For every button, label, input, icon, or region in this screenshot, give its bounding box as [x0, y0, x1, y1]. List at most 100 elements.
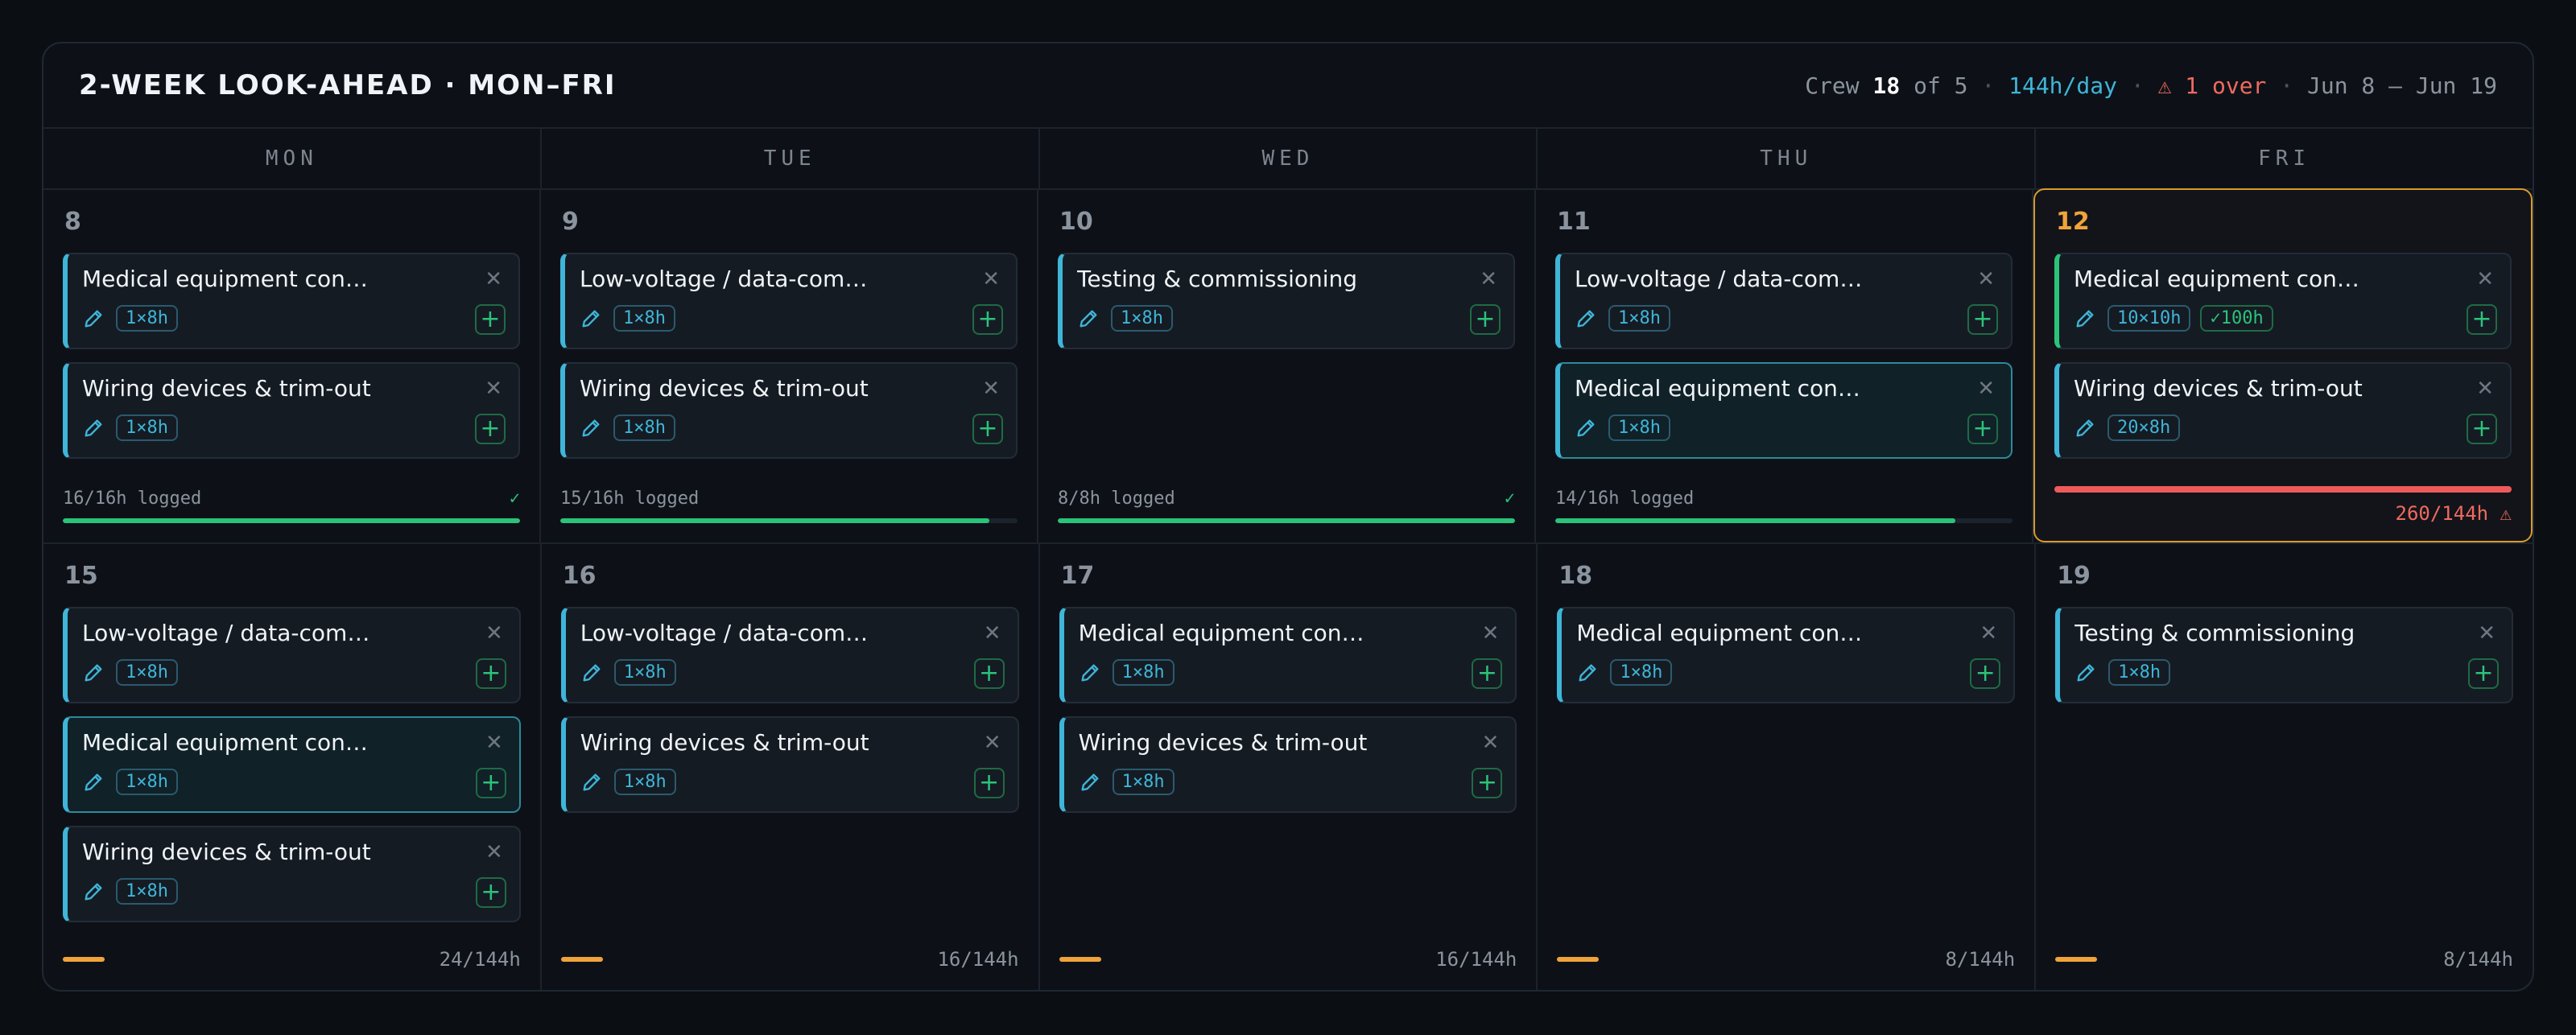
pencil-icon[interactable]	[1077, 307, 1100, 330]
day-cell[interactable]: 16 Low-voltage / data-com… ✕ 1×8h + Wiring de…	[542, 544, 1040, 990]
close-icon[interactable]: ✕	[984, 621, 1001, 645]
plus-icon[interactable]: +	[2467, 414, 2497, 444]
task-meta: 1×8h	[1575, 305, 1996, 332]
day-cell[interactable]: 18 Medical equipment con… ✕ 1×8h +8/144h	[1538, 544, 2037, 990]
day-cell[interactable]: 11 Low-voltage / data-com… ✕ 1×8h + Medical e…	[1536, 190, 2033, 542]
close-icon[interactable]: ✕	[2478, 621, 2496, 645]
day-cell[interactable]: 8 Medical equipment con… ✕ 1×8h + Wiring devi…	[43, 190, 541, 542]
day-cell[interactable]: 9 Low-voltage / data-com… ✕ 1×8h + Wiring dev…	[541, 190, 1038, 542]
plus-icon[interactable]: +	[1967, 414, 1998, 444]
day-cell[interactable]: 17 Medical equipment con… ✕ 1×8h + Wiring dev…	[1040, 544, 1538, 990]
task-card[interactable]: Wiring devices & trim-out ✕ 1×8h +	[560, 362, 1018, 459]
plus-icon[interactable]: +	[1472, 768, 1503, 798]
close-icon[interactable]: ✕	[485, 377, 502, 401]
pencil-icon[interactable]	[2074, 662, 2097, 684]
pencil-icon[interactable]	[1576, 662, 1599, 684]
pencil-icon[interactable]	[82, 417, 105, 439]
day-cell[interactable]: 15 Low-voltage / data-com… ✕ 1×8h + Medical e…	[43, 544, 542, 990]
task-name: Wiring devices & trim-out	[2074, 375, 2363, 402]
task-card[interactable]: Low-voltage / data-com… ✕ 1×8h +	[1555, 253, 2013, 349]
plus-icon[interactable]: +	[1970, 658, 2001, 689]
capacity-indicator	[560, 957, 603, 962]
task-card[interactable]: Testing & commissioning ✕ 1×8h +	[1058, 253, 1515, 349]
close-icon[interactable]: ✕	[485, 731, 503, 755]
logged-progress-bar	[63, 518, 520, 523]
pencil-icon[interactable]	[82, 880, 105, 903]
week-row-2: 15 Low-voltage / data-com… ✕ 1×8h + Medical e…	[43, 544, 2533, 990]
task-card[interactable]: Medical equipment con… ✕ 1×8h +	[63, 716, 521, 813]
plus-icon[interactable]: +	[1967, 304, 1998, 335]
pencil-icon[interactable]	[1575, 417, 1597, 439]
close-icon[interactable]: ✕	[485, 840, 503, 864]
pencil-icon[interactable]	[1575, 307, 1597, 330]
task-card[interactable]: Wiring devices & trim-out ✕ 1×8h +	[63, 826, 521, 922]
close-icon[interactable]: ✕	[982, 377, 1000, 401]
close-icon[interactable]: ✕	[485, 621, 503, 645]
pencil-icon[interactable]	[2074, 417, 2096, 439]
plus-icon[interactable]: +	[1470, 304, 1501, 335]
day-cell[interactable]: 12 Medical equipment con… ✕ 10×10h ✓100h + Wir…	[2033, 188, 2533, 542]
pencil-icon[interactable]	[2074, 307, 2096, 330]
task-card[interactable]: Medical equipment con… ✕ 10×10h ✓100h +	[2054, 253, 2512, 349]
task-meta: 1×8h	[82, 305, 504, 332]
task-name: Medical equipment con…	[1576, 620, 1863, 646]
task-meta: 20×8h	[2074, 414, 2496, 441]
plus-icon[interactable]: +	[475, 658, 506, 689]
pencil-icon[interactable]	[82, 771, 105, 794]
close-icon[interactable]: ✕	[1480, 267, 1497, 291]
task-name: Low-voltage / data-com…	[82, 620, 370, 646]
task-card[interactable]: Testing & commissioning ✕ 1×8h +	[2055, 607, 2513, 703]
plus-icon[interactable]: +	[1472, 658, 1503, 689]
logged-progress-fill	[560, 518, 989, 523]
pencil-icon[interactable]	[82, 307, 105, 330]
plus-icon[interactable]: +	[475, 877, 506, 908]
crew-hours-badge: 10×10h	[2107, 305, 2191, 332]
task-card[interactable]: Wiring devices & trim-out ✕ 20×8h +	[2054, 362, 2512, 459]
task-card[interactable]: Wiring devices & trim-out ✕ 1×8h +	[63, 362, 520, 459]
close-icon[interactable]: ✕	[1977, 267, 1995, 291]
close-icon[interactable]: ✕	[2476, 377, 2494, 401]
plus-icon[interactable]: +	[973, 768, 1005, 798]
task-card[interactable]: Wiring devices & trim-out ✕ 1×8h +	[1059, 716, 1517, 813]
plus-icon[interactable]: +	[973, 658, 1005, 689]
pencil-icon[interactable]	[1079, 771, 1101, 794]
close-icon[interactable]: ✕	[1979, 621, 1997, 645]
close-icon[interactable]: ✕	[485, 267, 502, 291]
day-cell[interactable]: 19 Testing & commissioning ✕ 1×8h +8/144h	[2036, 544, 2533, 990]
task-card[interactable]: Low-voltage / data-com… ✕ 1×8h +	[63, 607, 521, 703]
close-icon[interactable]: ✕	[1482, 731, 1500, 755]
pencil-icon[interactable]	[82, 662, 105, 684]
pencil-icon[interactable]	[580, 662, 603, 684]
task-card[interactable]: Medical equipment con… ✕ 1×8h +	[1555, 362, 2013, 459]
plus-icon[interactable]: +	[972, 304, 1003, 335]
plus-icon[interactable]: +	[972, 414, 1003, 444]
task-name: Low-voltage / data-com…	[580, 620, 869, 646]
close-icon[interactable]: ✕	[982, 267, 1000, 291]
task-card[interactable]: Low-voltage / data-com… ✕ 1×8h +	[560, 253, 1018, 349]
pencil-icon[interactable]	[580, 307, 602, 330]
pencil-icon[interactable]	[580, 417, 602, 439]
task-card[interactable]: Medical equipment con… ✕ 1×8h +	[63, 253, 520, 349]
task-card[interactable]: Wiring devices & trim-out ✕ 1×8h +	[560, 716, 1019, 813]
crew-hours-badge: 1×8h	[1610, 659, 1673, 686]
task-card[interactable]: Medical equipment con… ✕ 1×8h +	[1557, 607, 2016, 703]
day-cell[interactable]: 10 Testing & commissioning ✕ 1×8h +8/8h logg…	[1038, 190, 1536, 542]
pencil-icon[interactable]	[580, 771, 603, 794]
close-icon[interactable]: ✕	[1977, 377, 1995, 401]
close-icon[interactable]: ✕	[1482, 621, 1500, 645]
weekday-mon: MON	[43, 129, 542, 188]
pencil-icon[interactable]	[1079, 662, 1101, 684]
plus-icon[interactable]: +	[475, 304, 506, 335]
crew-hours-badge: 1×8h	[613, 659, 676, 686]
close-icon[interactable]: ✕	[984, 731, 1001, 755]
plus-icon[interactable]: +	[2467, 304, 2497, 335]
plus-icon[interactable]: +	[475, 414, 506, 444]
close-icon[interactable]: ✕	[2476, 267, 2494, 291]
crew-hours-badge: 1×8h	[613, 414, 675, 441]
lookahead-panel: 2-WEEK LOOK-AHEAD · MON–FRI Crew 18 of 5…	[42, 42, 2534, 992]
task-card[interactable]: Low-voltage / data-com… ✕ 1×8h +	[560, 607, 1019, 703]
task-meta: 1×8h	[1079, 659, 1501, 686]
plus-icon[interactable]: +	[475, 768, 506, 798]
task-card[interactable]: Medical equipment con… ✕ 1×8h +	[1059, 607, 1517, 703]
plus-icon[interactable]: +	[2467, 658, 2499, 689]
